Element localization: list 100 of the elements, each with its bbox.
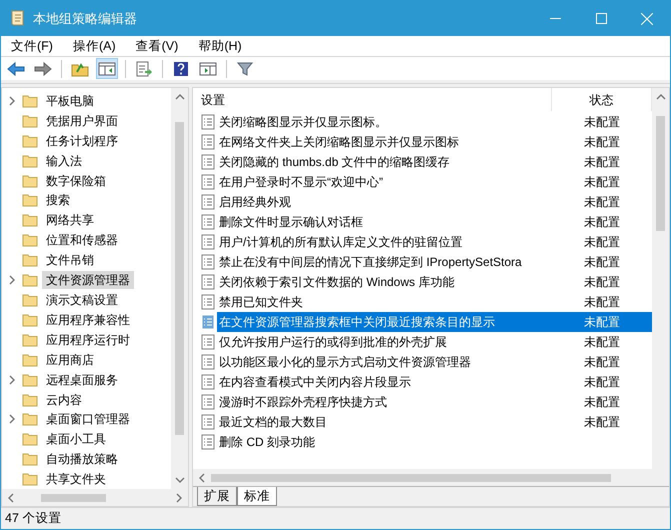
export-list-icon[interactable] (135, 60, 153, 76)
scrollbar[interactable] (171, 88, 188, 489)
tab[interactable]: 标准 (237, 487, 277, 506)
setting-state: 未配置 (583, 294, 621, 311)
table-row[interactable]: 删除 CD 刻录功能 (217, 432, 652, 452)
menu-item[interactable]: 查看(V) (134, 36, 180, 56)
scrollbar[interactable] (2, 489, 188, 506)
folder-icon (22, 432, 38, 446)
scrollbar-thumb[interactable] (656, 116, 665, 231)
document-icon (201, 214, 215, 230)
folder-up-icon[interactable] (71, 60, 89, 76)
chevron-right-icon[interactable] (7, 374, 17, 385)
tree-item[interactable]: 演示文稿设置 (42, 291, 122, 310)
scrollbar-thumb[interactable] (175, 122, 184, 435)
tree-item[interactable]: 桌面窗口管理器 (42, 410, 134, 428)
tree-item[interactable]: 应用商店 (42, 350, 98, 369)
document-icon (201, 314, 215, 330)
chevron-up-icon[interactable] (656, 92, 666, 102)
chevron-left-icon[interactable] (6, 492, 16, 502)
table-row[interactable]: 用户/计算机的所有默认库定义文件的驻留位置 未配置 (217, 232, 652, 252)
tree-item[interactable]: 任务计划程序 (42, 132, 122, 150)
table-row[interactable]: 在文件资源管理器搜索框中关闭最近搜索条目的显示 未配置 (217, 312, 652, 332)
folder-icon (22, 114, 38, 128)
chevron-right-icon[interactable] (7, 414, 17, 424)
folder-icon (22, 193, 38, 208)
table-row[interactable]: 关闭隐藏的 thumbs.db 文件中的缩略图缓存 未配置 (217, 152, 652, 172)
tree-item[interactable]: 共享文件夹 (42, 470, 110, 488)
chevron-down-icon[interactable] (174, 475, 184, 485)
tree-item[interactable]: 桌面小工具 (42, 430, 110, 448)
tree-item[interactable]: 位置和传感器 (42, 231, 122, 250)
forward-arrow-icon[interactable] (34, 60, 52, 76)
table-row[interactable]: 关闭依赖于索引文件数据的 Windows 库功能 未配置 (217, 272, 652, 292)
tree-item[interactable]: 云内容 (42, 390, 86, 409)
tree-item[interactable]: 输入法 (42, 152, 86, 170)
folder-icon (22, 273, 38, 288)
setting-name: 在文件资源管理器搜索框中关闭最近搜索条目的显示 (218, 314, 496, 331)
tree-item[interactable]: 文件资源管理器 (42, 271, 134, 290)
tree-item[interactable]: 数字保险箱 (42, 172, 110, 190)
document-icon (201, 334, 215, 350)
panel-icon[interactable] (199, 60, 217, 76)
table-row[interactable]: 在网络文件夹上关闭缩略图显示并仅显示图标 未配置 (217, 132, 652, 152)
chevron-left-icon[interactable] (197, 472, 207, 482)
menu-item[interactable]: 帮助(H) (196, 36, 244, 56)
scrollbar-thumb[interactable] (211, 474, 611, 482)
chevron-right-icon[interactable] (7, 275, 17, 286)
table-row[interactable]: 仅允许按用户运行的或得到批准的外壳扩展 未配置 (217, 332, 652, 352)
document-icon (201, 354, 215, 370)
tree-item[interactable]: 应用程序兼容性 (42, 310, 134, 329)
table-row[interactable]: 最近文档的最大数目 未配置 (217, 412, 652, 432)
tree-item[interactable]: 应用程序运行时 (42, 330, 134, 349)
setting-state: 未配置 (583, 334, 621, 351)
back-arrow-icon[interactable] (7, 60, 25, 76)
table-row[interactable]: 禁止在没有中间层的情况下直接绑定到 IPropertySetStora 未配置 (217, 252, 652, 272)
setting-state: 未配置 (583, 174, 621, 191)
chevron-right-icon[interactable] (7, 96, 17, 106)
document-icon (201, 194, 215, 210)
setting-name: 关闭缩略图显示并仅显示图标。 (218, 114, 388, 131)
document-icon (201, 294, 215, 310)
folder-icon (22, 412, 38, 426)
setting-name: 启用经典外观 (218, 194, 292, 211)
filter-icon[interactable] (237, 60, 253, 76)
scrollbar-thumb[interactable] (41, 494, 106, 502)
setting-name: 删除 CD 刻录功能 (218, 434, 316, 451)
menu-item[interactable]: 操作(A) (70, 36, 118, 56)
table-row[interactable]: 以功能区最小化的显示方式启动文件资源管理器 未配置 (217, 352, 652, 372)
scroll-icon (9, 10, 25, 28)
tree-item[interactable]: 自动播放策略 (42, 450, 122, 468)
tree-item[interactable]: 远程桌面服务 (42, 370, 122, 389)
table-row[interactable]: 禁用已知文件夹 未配置 (217, 292, 652, 312)
panel-icon[interactable] (98, 60, 116, 76)
document-icon (201, 274, 215, 290)
scrollbar[interactable] (193, 469, 669, 486)
document-icon (201, 134, 215, 150)
chevron-right-icon[interactable] (174, 492, 184, 502)
setting-name: 用户/计算机的所有默认库定义文件的驻留位置 (218, 234, 464, 251)
tree-item[interactable]: 凭据用户界面 (42, 112, 122, 130)
setting-state: 未配置 (583, 374, 621, 391)
tree-item[interactable]: 网络共享 (42, 211, 98, 230)
table-row[interactable]: 删除文件时显示确认对话框 未配置 (217, 212, 652, 232)
menu-item[interactable]: 文件(F) (9, 36, 55, 56)
setting-state: 未配置 (583, 154, 621, 171)
table-row[interactable]: 漫游时不跟踪外壳程序快捷方式 未配置 (217, 392, 652, 412)
column-header[interactable]: 设置 (193, 88, 552, 111)
help-icon[interactable] (173, 60, 189, 76)
tree-item[interactable]: 搜索 (42, 191, 74, 210)
tab[interactable]: 扩展 (197, 487, 237, 506)
table-row[interactable]: 关闭缩略图显示并仅显示图标。 未配置 (217, 112, 652, 132)
scrollbar[interactable] (652, 88, 669, 469)
folder-icon (22, 134, 38, 148)
folder-icon (22, 352, 38, 367)
table-row[interactable]: 在内容查看模式中关闭内容片段显示 未配置 (217, 372, 652, 392)
setting-state: 未配置 (583, 274, 621, 291)
maximize-icon (596, 13, 606, 24)
table-row[interactable]: 在用户登录时不显示“欢迎中心” 未配置 (217, 172, 652, 192)
tree-item[interactable]: 文件吊销 (42, 251, 98, 270)
table-row[interactable]: 启用经典外观 未配置 (217, 192, 652, 212)
chevron-up-icon[interactable] (174, 92, 184, 102)
tree-item[interactable]: 平板电脑 (42, 92, 98, 110)
status-text: 47 个设置 (4, 510, 62, 528)
window-title: 本地组策略编辑器 (33, 10, 137, 28)
